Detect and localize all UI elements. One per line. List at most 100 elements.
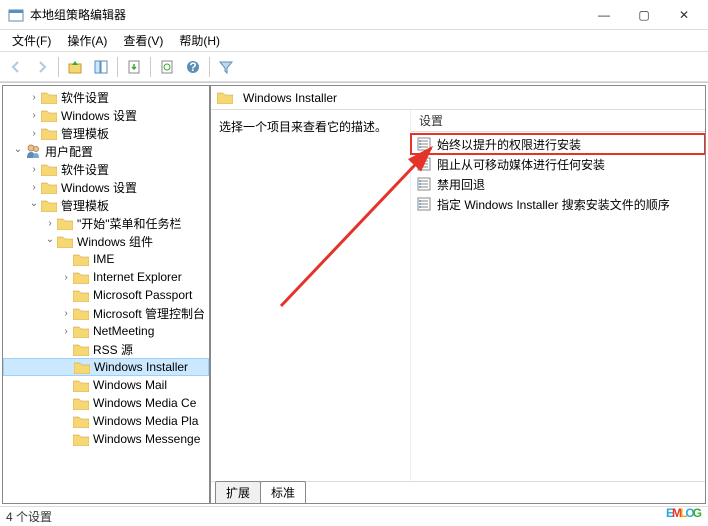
forward-button[interactable] [30,55,54,79]
menubar: 文件(F) 操作(A) 查看(V) 帮助(H) [0,30,708,52]
chevron-down-icon[interactable]: ⌄ [11,144,25,155]
tree-item[interactable]: › 管理模板 [3,124,209,142]
folder-icon [41,199,57,212]
close-button[interactable]: ✕ [664,1,704,29]
maximize-button[interactable]: ▢ [624,1,664,29]
content-panel: Windows Installer 选择一个项目来查看它的描述。 设置 始终以提… [210,85,706,504]
tree-item[interactable]: ⌄ 用户配置 [3,142,209,160]
tree-item[interactable]: ⌄ Windows 组件 [3,232,209,250]
tree-item-label: 用户配置 [45,143,93,160]
tree-item[interactable]: ›Windows Messenge [3,430,209,448]
chevron-right-icon[interactable]: › [59,308,73,319]
folder-icon [73,307,89,320]
tree-item[interactable]: ›Microsoft Passport [3,286,209,304]
tree-item-label: Microsoft Passport [93,288,192,302]
policy-icon [417,157,431,171]
folder-icon [41,181,57,194]
tree-item[interactable]: ›Windows Media Ce [3,394,209,412]
chevron-right-icon[interactable]: › [27,110,41,121]
watermark-letter: M [672,506,680,520]
chevron-right-icon[interactable]: › [27,128,41,139]
tree-item[interactable]: ›Windows 设置 [3,106,209,124]
toolbar-separator [150,57,151,77]
column-header-settings[interactable]: 设置 [411,110,705,132]
policy-label: 始终以提升的权限进行安装 [437,136,581,153]
folder-icon [217,91,233,104]
tree-item[interactable]: ›"开始"菜单和任务栏 [3,214,209,232]
policy-icon [417,137,431,151]
refresh-button[interactable] [155,55,179,79]
folder-icon [73,415,89,428]
folder-icon [73,397,89,410]
tree-item[interactable]: ›IME [3,250,209,268]
user-config-icon [25,143,41,159]
folder-icon [74,361,90,374]
folder-icon [73,253,89,266]
settings-list: 设置 始终以提升的权限进行安装阻止从可移动媒体进行任何安装禁用回退指定 Wind… [411,110,705,481]
minimize-button[interactable]: — [584,1,624,29]
chevron-right-icon[interactable]: › [27,92,41,103]
menu-view[interactable]: 查看(V) [115,30,171,51]
policy-label: 禁用回退 [437,176,485,193]
show-hide-tree-button[interactable] [89,55,113,79]
folder-icon [41,109,57,122]
tree-item[interactable]: ⌄管理模板 [3,196,209,214]
menu-help[interactable]: 帮助(H) [171,30,228,51]
tree-item-label: Microsoft 管理控制台 [93,305,205,322]
tree-item[interactable]: ›RSS 源 [3,340,209,358]
folder-icon [73,343,89,356]
chevron-down-icon[interactable]: ⌄ [27,198,41,209]
tree-item[interactable]: › Microsoft 管理控制台 [3,304,209,322]
titlebar: 本地组策略编辑器 — ▢ ✕ [0,0,708,30]
chevron-right-icon[interactable]: › [27,182,41,193]
folder-icon [41,91,57,104]
export-button[interactable] [122,55,146,79]
content-title: Windows Installer [243,91,337,105]
chevron-right-icon[interactable]: › [59,272,73,283]
tab-standard[interactable]: 标准 [260,481,306,503]
tree-item[interactable]: ›Windows Media Pla [3,412,209,430]
tree-item-label: Windows Media Pla [93,414,198,428]
tree-item[interactable]: ›NetMeeting [3,322,209,340]
tree-item[interactable]: › Internet Explorer [3,268,209,286]
folder-icon [57,235,73,248]
back-button[interactable] [4,55,28,79]
folder-icon [73,379,89,392]
window-title: 本地组策略编辑器 [30,6,584,23]
tree-item-label: Internet Explorer [93,270,182,284]
app-icon [8,7,24,23]
menu-action[interactable]: 操作(A) [59,30,115,51]
filter-button[interactable] [214,55,238,79]
description-column: 选择一个项目来查看它的描述。 [211,110,411,481]
tree-item-label: 管理模板 [61,125,109,142]
policy-item[interactable]: 指定 Windows Installer 搜索安装文件的顺序 [411,194,705,214]
policy-label: 指定 Windows Installer 搜索安装文件的顺序 [437,196,670,213]
tree-item[interactable]: ›软件设置 [3,88,209,106]
chevron-right-icon[interactable]: › [27,164,41,175]
tree-item-label: Windows 设置 [61,179,137,196]
policy-item[interactable]: 阻止从可移动媒体进行任何安装 [411,154,705,174]
help-button[interactable]: ? [181,55,205,79]
policy-item[interactable]: 始终以提升的权限进行安装 [411,134,705,154]
folder-icon [41,163,57,176]
tree-item-label: Windows 组件 [77,233,153,250]
tree-panel[interactable]: ›软件设置›Windows 设置›管理模板⌄用户配置›软件设置›Windows … [2,85,210,504]
tree-item[interactable]: ›软件设置 [3,160,209,178]
chevron-down-icon[interactable]: ⌄ [43,234,57,245]
watermark-letter: O [685,506,692,520]
chevron-right-icon[interactable]: › [43,218,57,229]
content-header: Windows Installer [211,86,705,110]
menu-file[interactable]: 文件(F) [4,30,59,51]
tree-item[interactable]: ›Windows Mail [3,376,209,394]
toolbar-separator [58,57,59,77]
chevron-right-icon[interactable]: › [59,326,73,337]
policy-icon [417,177,431,191]
policy-item[interactable]: 禁用回退 [411,174,705,194]
tree-item[interactable]: ›Windows Installer [3,358,209,376]
up-button[interactable] [63,55,87,79]
tab-extended[interactable]: 扩展 [215,481,261,503]
folder-icon [57,217,73,230]
statusbar: 4 个设置 [0,506,708,526]
tree-item[interactable]: › Windows 设置 [3,178,209,196]
folder-icon [73,271,89,284]
